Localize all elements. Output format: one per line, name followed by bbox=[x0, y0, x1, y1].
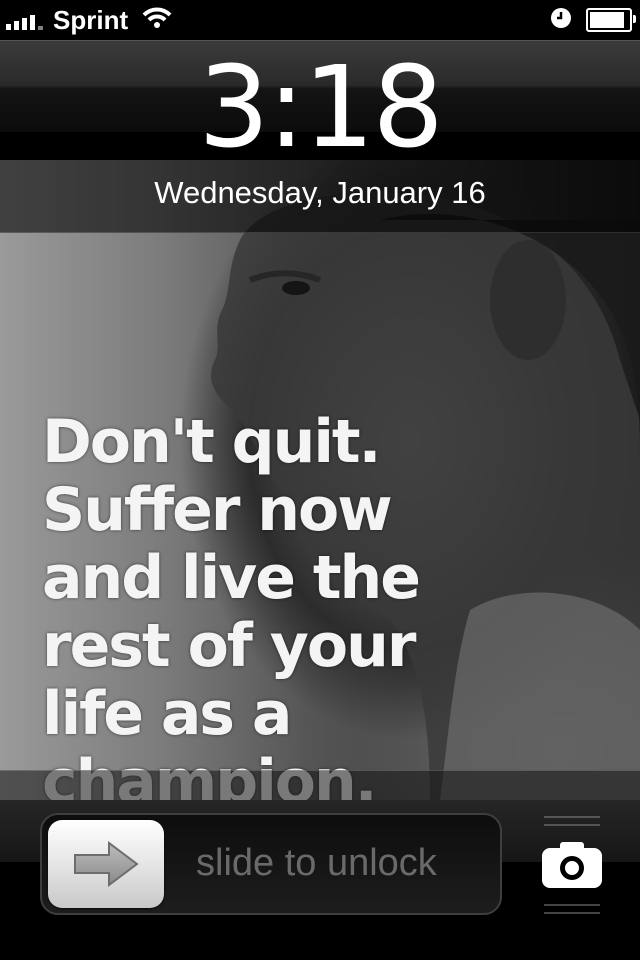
signal-bars-icon bbox=[6, 10, 43, 30]
lock-screen-date: Wednesday, January 16 bbox=[154, 175, 486, 210]
battery-icon bbox=[586, 8, 636, 32]
status-bar: Sprint bbox=[0, 0, 640, 40]
wallpaper: Don't quit. Suffer now and live the rest… bbox=[0, 160, 640, 800]
carrier-name: Sprint bbox=[53, 4, 129, 35]
camera-button[interactable] bbox=[540, 838, 604, 890]
slide-to-unlock-knob[interactable] bbox=[48, 820, 164, 908]
camera-icon bbox=[542, 842, 602, 888]
arrow-right-icon bbox=[74, 841, 139, 887]
camera-grip-top bbox=[544, 816, 600, 832]
wallpaper-quote: Don't quit. Suffer now and live the rest… bbox=[42, 407, 421, 800]
slide-to-unlock-label: slide to unlock bbox=[196, 842, 437, 884]
lock-screen-time: 3:18 bbox=[198, 43, 444, 173]
wifi-icon bbox=[142, 5, 172, 36]
alarm-clock-icon bbox=[550, 5, 572, 36]
camera-grip-bottom bbox=[544, 904, 600, 920]
